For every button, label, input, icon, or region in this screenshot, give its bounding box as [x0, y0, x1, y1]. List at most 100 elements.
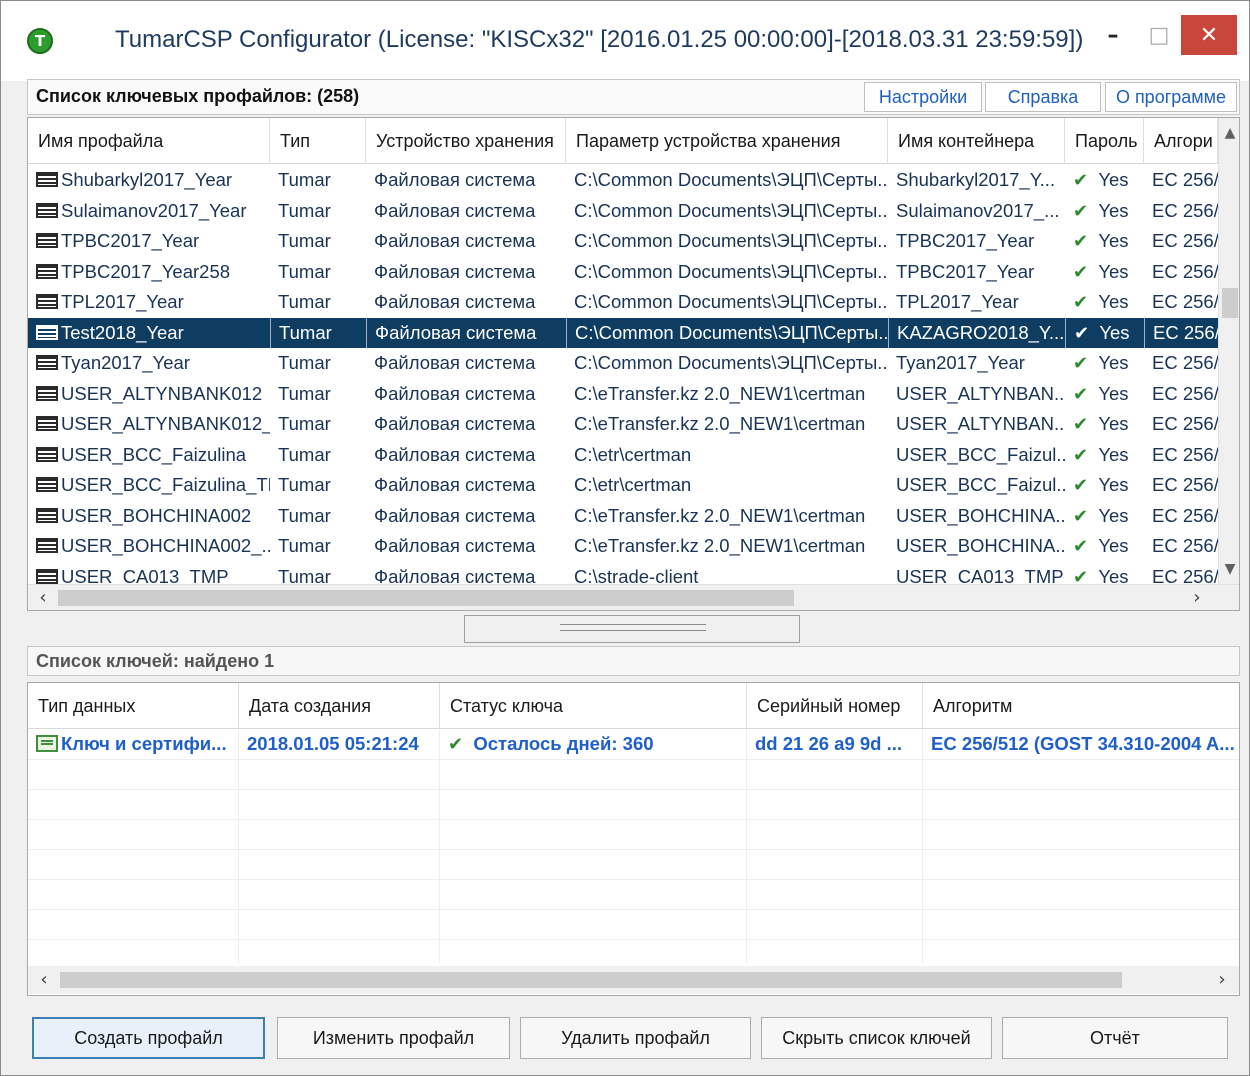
- column-header-profile-name[interactable]: Имя профайла: [28, 118, 270, 164]
- profile-row[interactable]: Sulaimanov2017_Year Tumar Файловая система…: [28, 196, 1218, 227]
- edit-profile-button[interactable]: Изменить профайл: [277, 1017, 510, 1059]
- scroll-left-icon[interactable]: ‹: [30, 966, 58, 994]
- profile-row[interactable]: USER_ALTYNBANK012 Tumar Файловая система C:…: [28, 379, 1218, 410]
- column-header-key-algorithm[interactable]: Алгоритм: [923, 683, 1239, 729]
- profile-container-cell: USER_BOHCHINA...: [888, 531, 1065, 562]
- check-icon: ✔: [1073, 231, 1089, 252]
- profiles-horizontal-scrollbar[interactable]: ‹ ›: [28, 584, 1239, 610]
- settings-button[interactable]: Настройки: [864, 82, 982, 112]
- delete-profile-button[interactable]: Удалить профайл: [520, 1017, 751, 1059]
- profile-row[interactable]: USER_BOHCHINA002_... Tumar Файловая систем…: [28, 531, 1218, 562]
- profile-name: USER_BOHCHINA002_...: [61, 535, 270, 556]
- profile-password-cell: ✔ Yes: [1065, 287, 1144, 318]
- column-header-container[interactable]: Имя контейнера: [888, 118, 1065, 164]
- profile-algorithm-cell: EC 256/: [1144, 348, 1218, 379]
- profile-storage-param-cell: C:\etr\certman: [566, 440, 888, 471]
- profile-container: KAZAGRO2018_Y...: [897, 321, 1065, 343]
- profile-type-cell: Tumar: [270, 531, 366, 562]
- scroll-left-icon[interactable]: ‹: [30, 585, 56, 610]
- check-icon: ✔: [1073, 414, 1089, 435]
- profile-container: TPBC2017_Year: [896, 260, 1035, 282]
- profile-storage-param-cell: C:\Common Documents\ЭЦП\Серты...: [566, 165, 888, 196]
- minimize-icon: –: [1107, 22, 1119, 48]
- profile-row[interactable]: Test2018_Year Tumar Файловая система C:\Com…: [28, 317, 1218, 348]
- profile-password-cell: ✔ Yes: [1065, 317, 1144, 348]
- profile-row[interactable]: Shubarkyl2017_Year Tumar Файловая система C…: [28, 165, 1218, 196]
- profile-algorithm: EC 256/: [1152, 230, 1218, 251]
- profile-icon: [36, 416, 58, 431]
- profile-row[interactable]: USER_ALTYNBANK012_... Tumar Файловая систе…: [28, 409, 1218, 440]
- profile-row[interactable]: TPL2017_Year Tumar Файловая система C:\Comm…: [28, 287, 1218, 318]
- column-header-type[interactable]: Тип: [270, 118, 366, 164]
- scroll-down-icon[interactable]: ▼: [1219, 558, 1239, 580]
- close-button[interactable]: ✕: [1181, 15, 1237, 55]
- profiles-table: Имя профайла Тип Устройство хранения Пар…: [27, 117, 1240, 611]
- profile-type-cell: Tumar: [270, 379, 366, 410]
- profile-algorithm-cell: EC 256/: [1144, 287, 1218, 318]
- maximize-button[interactable]: □: [1137, 15, 1181, 55]
- profile-storage-cell: Файловая система: [366, 379, 566, 410]
- report-button[interactable]: Отчёт: [1002, 1017, 1228, 1059]
- column-header-data-type[interactable]: Тип данных: [28, 683, 239, 729]
- scrollbar-thumb[interactable]: [60, 972, 1122, 988]
- profile-algorithm-cell: EC 256/: [1144, 317, 1218, 348]
- key-row[interactable]: Ключ и сертифи... 2018.01.05 05:21:24 ✔ …: [28, 729, 1239, 759]
- profile-type-cell: Tumar: [270, 501, 366, 532]
- profile-name-cell: TPL2017_Year: [28, 287, 270, 318]
- column-header-password[interactable]: Пароль: [1065, 118, 1144, 164]
- profiles-table-body: Shubarkyl2017_Year Tumar Файловая система C…: [28, 165, 1218, 592]
- check-icon: ✔: [1073, 292, 1089, 313]
- profile-container: USER_ALTYNBAN...: [896, 413, 1065, 434]
- about-button[interactable]: О программе: [1105, 82, 1237, 112]
- profile-row[interactable]: USER_BCC_Faizulina_TMP Tumar Файловая сист…: [28, 470, 1218, 501]
- profile-icon: [36, 446, 58, 462]
- column-header-serial[interactable]: Серийный номер: [747, 683, 923, 729]
- help-button[interactable]: Справка: [985, 82, 1101, 112]
- profile-storage: Файловая система: [374, 169, 536, 190]
- scroll-right-icon[interactable]: ›: [1184, 585, 1210, 610]
- profile-storage-cell: Файловая система: [366, 531, 566, 562]
- column-header-created-date[interactable]: Дата создания: [239, 683, 440, 729]
- profile-row[interactable]: Tyan2017_Year Tumar Файловая система C:\Com…: [28, 348, 1218, 379]
- grid-row-line: [28, 879, 1239, 880]
- minimize-button[interactable]: –: [1091, 15, 1135, 55]
- profile-storage-param-cell: C:\eTransfer.kz 2.0_NEW1\certman: [566, 409, 888, 440]
- profile-container: Sulaimanov2017_...: [896, 199, 1060, 221]
- panel-splitter-handle[interactable]: [464, 615, 800, 643]
- scrollbar-thumb[interactable]: [1222, 288, 1238, 318]
- profile-storage-param: C:\eTransfer.kz 2.0_NEW1\certman: [574, 382, 866, 404]
- profile-password-cell: ✔ Yes: [1065, 409, 1144, 440]
- hide-keys-list-button[interactable]: Скрыть список ключей: [761, 1017, 992, 1059]
- profile-storage-cell: Файловая система: [366, 165, 566, 196]
- keys-header-bar: Список ключей: найдено 1: [27, 646, 1240, 676]
- profile-row[interactable]: TPBC2017_Year Tumar Файловая система C:\Com…: [28, 226, 1218, 257]
- column-header-algorithm[interactable]: Алгори: [1144, 118, 1218, 164]
- profile-row[interactable]: USER_BOHCHINA002 Tumar Файловая система C:\…: [28, 501, 1218, 532]
- profile-storage-param-cell: C:\Common Documents\ЭЦП\Серты...: [566, 226, 888, 257]
- profile-name-cell: Tyan2017_Year: [28, 348, 270, 379]
- keys-horizontal-scrollbar[interactable]: ‹ ›: [28, 966, 1239, 994]
- profile-name-cell: USER_BCC_Faizulina: [28, 440, 270, 471]
- profile-algorithm-cell: EC 256/: [1144, 470, 1218, 501]
- profile-type: Tumar: [278, 169, 331, 190]
- profile-icon: [36, 538, 58, 553]
- title-bar[interactable]: T TumarCSP Configurator (License: "KISCx…: [1, 1, 1249, 81]
- create-profile-button[interactable]: Создать профайл: [32, 1017, 265, 1059]
- profile-storage-param: C:\etr\certman: [574, 443, 692, 465]
- profile-row[interactable]: USER_BCC_Faizulina Tumar Файловая система C…: [28, 440, 1218, 471]
- scroll-up-icon[interactable]: ▲: [1219, 122, 1239, 144]
- profile-storage-param-cell: C:\eTransfer.kz 2.0_NEW1\certman: [566, 531, 888, 562]
- column-header-storage-param[interactable]: Параметр устройства хранения: [566, 118, 888, 164]
- profile-storage-param: C:\Common Documents\ЭЦП\Серты...: [574, 352, 888, 373]
- scroll-right-icon[interactable]: ›: [1208, 966, 1236, 994]
- column-header-key-status[interactable]: Статус ключа: [440, 683, 747, 729]
- profile-row[interactable]: TPBC2017_Year258 Tumar Файловая система C:\…: [28, 257, 1218, 288]
- profile-storage-param: C:\Common Documents\ЭЦП\Серты...: [574, 230, 888, 251]
- profile-type: Tumar: [278, 413, 331, 434]
- profile-type: Tumar: [278, 199, 331, 221]
- profiles-vertical-scrollbar[interactable]: ▲ ▼: [1218, 118, 1239, 588]
- column-header-storage[interactable]: Устройство хранения: [366, 118, 566, 164]
- scrollbar-thumb[interactable]: [58, 590, 794, 606]
- profile-algorithm: EC 256/: [1153, 321, 1218, 343]
- profile-type: Tumar: [278, 382, 331, 404]
